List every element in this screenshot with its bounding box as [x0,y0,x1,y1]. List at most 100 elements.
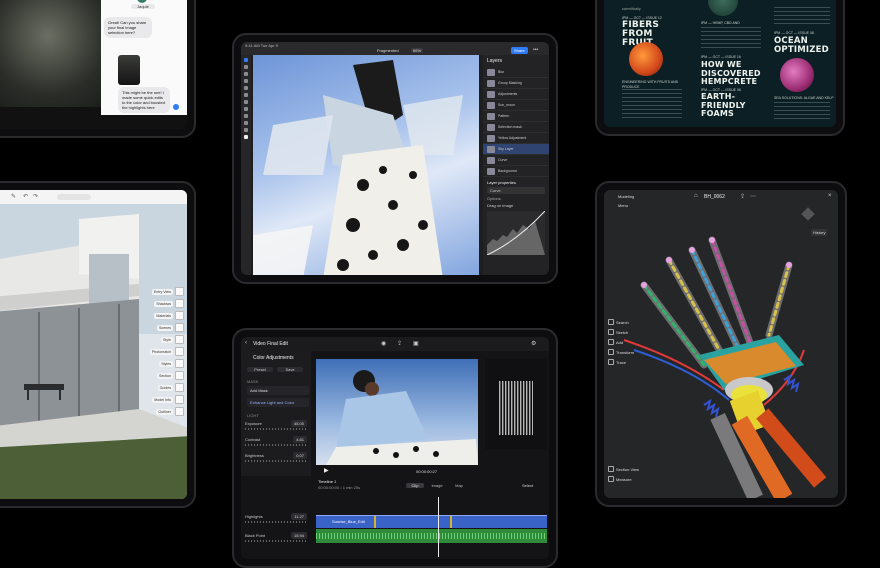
highlights-row[interactable]: Highlights 11.27 [245,513,307,523]
exposure-row[interactable]: Exposure 45.00 [245,420,307,430]
menu-label: Model Info [152,396,173,403]
layer-item[interactable]: Selection mask [483,122,549,133]
play-icon[interactable]: ▶ [324,467,329,474]
properties-item[interactable]: Curve [487,187,545,194]
layer-item[interactable]: Sky Layer [483,144,549,155]
preset-tab[interactable]: Preset [247,367,273,372]
tab-map[interactable]: Map [450,483,468,488]
adj-slider[interactable] [245,521,307,523]
properties-options[interactable]: Options [483,195,549,202]
layer-item[interactable]: Yellow Adjustment [483,133,549,144]
menu-model-info[interactable]: Model Info [152,395,184,404]
curves-graph[interactable] [486,210,546,256]
eraser-tool-icon[interactable] [244,86,248,90]
panel-title: Color Adjustments [253,355,294,361]
redo-icon[interactable]: ↷ [33,193,38,200]
add-mask-button[interactable]: Add Mask [247,386,309,395]
layer-thumbnail [487,79,495,87]
shape-tool-icon[interactable] [244,121,248,125]
share-button[interactable]: Share [511,47,528,54]
contrast-row[interactable]: Contrast 4.61 [245,436,307,446]
layer-item[interactable]: Group Masking [483,78,549,89]
layer-name: Blur [498,70,505,74]
video-viewer[interactable] [316,359,478,465]
more-icon[interactable]: ••• [533,47,538,53]
menu-section[interactable]: Section [157,371,184,380]
menu-outliner[interactable]: Outliner [156,407,184,416]
zoom-level[interactable]: 66% [411,48,424,53]
layer-item[interactable]: Adjustments [483,89,549,100]
menu-style[interactable]: Style [161,335,184,344]
color-swatch-icon[interactable] [244,135,248,139]
camera-icon[interactable]: ◉ [381,340,386,347]
select-button[interactable]: Select [522,483,533,488]
col1-caption: ENGINEERING WITH FRUITS AND PRODUCE [622,80,679,89]
adj-slider[interactable] [245,460,307,462]
adj-value[interactable]: 45.00 [290,420,307,427]
photos-icon[interactable]: ▣ [413,340,419,347]
layer-thumbnail [487,134,495,142]
col2-title-b[interactable]: EARTH-FRIENDLY FOAMS [701,92,761,119]
type-tool-icon[interactable] [244,114,248,118]
tab-image[interactable]: Image [428,483,446,488]
lasso-tool-icon[interactable] [244,72,248,76]
menu-scenes[interactable]: Scenes [157,323,184,332]
search-field[interactable] [57,194,91,200]
tab-clip[interactable]: Clip [406,483,424,488]
layer-item[interactable]: Curve [483,155,549,166]
adj-value[interactable]: 0.07 [293,452,307,459]
move-tool-icon[interactable] [244,58,248,62]
col2-title[interactable]: HOW WE DISCOVERED HEMPCRETE [701,60,761,87]
adj-value[interactable]: 11.27 [291,513,307,520]
col3-purple-sphere [780,58,814,92]
menu-entry-view[interactable]: Entry View [151,287,184,296]
menu-shadows[interactable]: Shadows [154,299,184,308]
settings-icon[interactable]: ⚙ [531,340,536,347]
document-name[interactable]: Fragmented [377,48,399,53]
timeline-track-video[interactable]: Sunrise_Blue_Edit [316,515,547,528]
save-tab[interactable]: Save [277,367,303,372]
adj-slider[interactable] [245,444,307,446]
adj-value[interactable]: 4.61 [293,436,307,443]
pencil-icon[interactable]: ✎ [11,193,16,200]
col2-meta: IPM — OCT — ISSUE 16 [701,55,741,59]
select-tool-icon[interactable] [244,65,248,69]
layer-item[interactable]: Sun_moon [483,100,549,111]
layer-item[interactable]: Background [483,166,549,177]
robotic-hand-model[interactable] [604,190,838,498]
back-icon[interactable]: ‹ [245,340,247,346]
drag-on-image-hint[interactable]: Drag on image [483,202,549,209]
menu-guides[interactable]: Guides [157,383,184,392]
col3-title[interactable]: OCEAN OPTIMIZED [774,37,830,55]
menu-photomatch[interactable]: Photomatch [149,347,184,356]
project-title[interactable]: Video Final Edit [253,341,288,347]
adj-slider[interactable] [245,428,307,430]
black-point-row[interactable]: Black Point 15.94 [245,532,307,542]
undo-icon[interactable]: ↶ [23,193,28,200]
shared-photo [118,55,140,85]
crop-tool-icon[interactable] [244,107,248,111]
adj-value[interactable]: 15.94 [290,532,307,539]
adj-label: Contrast [245,437,261,442]
style-icon [175,335,184,344]
timeline-track-audio[interactable] [316,529,547,543]
enhance-button[interactable]: Enhance Light and Color [247,398,309,407]
menu-styles[interactable]: Styles [159,359,184,368]
layer-item[interactable]: Blur [483,67,549,78]
model-info-icon [175,395,184,404]
brush-tool-icon[interactable] [244,79,248,83]
menu-materials[interactable]: Materials [154,311,184,320]
clone-tool-icon[interactable] [244,100,248,104]
col2-meta-top: IPM — HEMP, CBD AND [701,21,740,25]
playhead[interactable] [438,497,439,557]
send-button[interactable] [173,104,179,110]
fill-tool-icon[interactable] [244,93,248,97]
section-icon [175,371,184,380]
layer-item[interactable]: Pattern [483,111,549,122]
timeline-meta: 00:00:00:00 • 1 min 20s [318,485,361,490]
canvas-image[interactable] [253,55,479,275]
eyedropper-tool-icon[interactable] [244,128,248,132]
brightness-row[interactable]: Brightness 0.07 [245,452,307,462]
export-icon[interactable]: ⇪ [397,340,402,347]
adj-slider[interactable] [245,540,307,542]
